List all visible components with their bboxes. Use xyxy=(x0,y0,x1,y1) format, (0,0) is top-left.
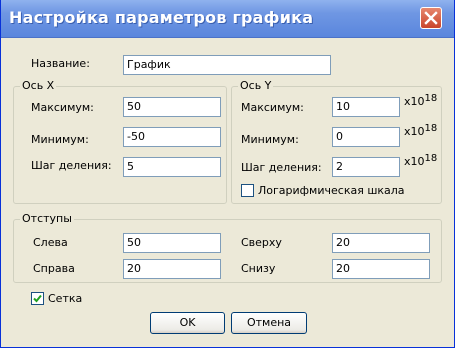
y-step-field[interactable]: 2 xyxy=(332,157,400,177)
grid-label[interactable]: Сетка xyxy=(48,292,82,305)
checkmark-icon xyxy=(33,294,42,303)
y-min-field[interactable]: 0 xyxy=(332,127,400,147)
margin-bottom-label: Снизу xyxy=(241,262,276,275)
margin-right-field[interactable]: 20 xyxy=(123,259,221,279)
y-max-label: Максимум: xyxy=(241,101,304,114)
ok-button[interactable]: OK xyxy=(150,312,225,334)
y-max-field[interactable]: 10 xyxy=(332,97,400,117)
x-step-field[interactable]: 5 xyxy=(123,157,221,177)
margin-right-label: Справа xyxy=(33,262,75,275)
y-min-exponent: x1018 xyxy=(404,123,438,138)
margin-left-label: Слева xyxy=(33,236,68,249)
name-field[interactable]: График xyxy=(123,55,331,75)
cancel-button[interactable]: Отмена xyxy=(231,312,307,334)
y-step-label: Шаг деления: xyxy=(241,161,322,174)
x-step-label: Шаг деления: xyxy=(31,159,112,172)
x-min-label: Минимум: xyxy=(31,133,89,146)
y-step-exponent: x1018 xyxy=(404,153,438,168)
margin-bottom-field[interactable]: 20 xyxy=(332,259,430,279)
grid-checkbox[interactable] xyxy=(31,292,44,305)
margin-top-field[interactable]: 20 xyxy=(332,233,430,253)
x-min-field[interactable]: -50 xyxy=(123,127,221,147)
title-bar[interactable]: Настройка параметров графика xyxy=(1,0,454,38)
y-min-label: Минимум: xyxy=(241,133,299,146)
chart-settings-dialog: Настройка параметров графика Название: Г… xyxy=(0,0,455,348)
x-max-label: Максимум: xyxy=(31,101,94,114)
close-button[interactable] xyxy=(420,7,442,29)
y-max-exponent: x1018 xyxy=(404,93,438,108)
margins-legend: Отступы xyxy=(20,212,74,225)
y-axis-legend: Ось Y xyxy=(238,79,274,92)
log-scale-checkbox[interactable] xyxy=(241,184,254,197)
margin-left-field[interactable]: 50 xyxy=(123,233,221,253)
margin-top-label: Сверху xyxy=(241,236,282,249)
x-axis-legend: Ось X xyxy=(20,79,57,92)
window-title: Настройка параметров графика xyxy=(9,8,314,27)
name-label: Название: xyxy=(31,57,90,70)
log-scale-label[interactable]: Логарифмическая шкала xyxy=(258,184,405,197)
x-max-field[interactable]: 50 xyxy=(123,97,221,117)
close-icon xyxy=(424,11,438,25)
